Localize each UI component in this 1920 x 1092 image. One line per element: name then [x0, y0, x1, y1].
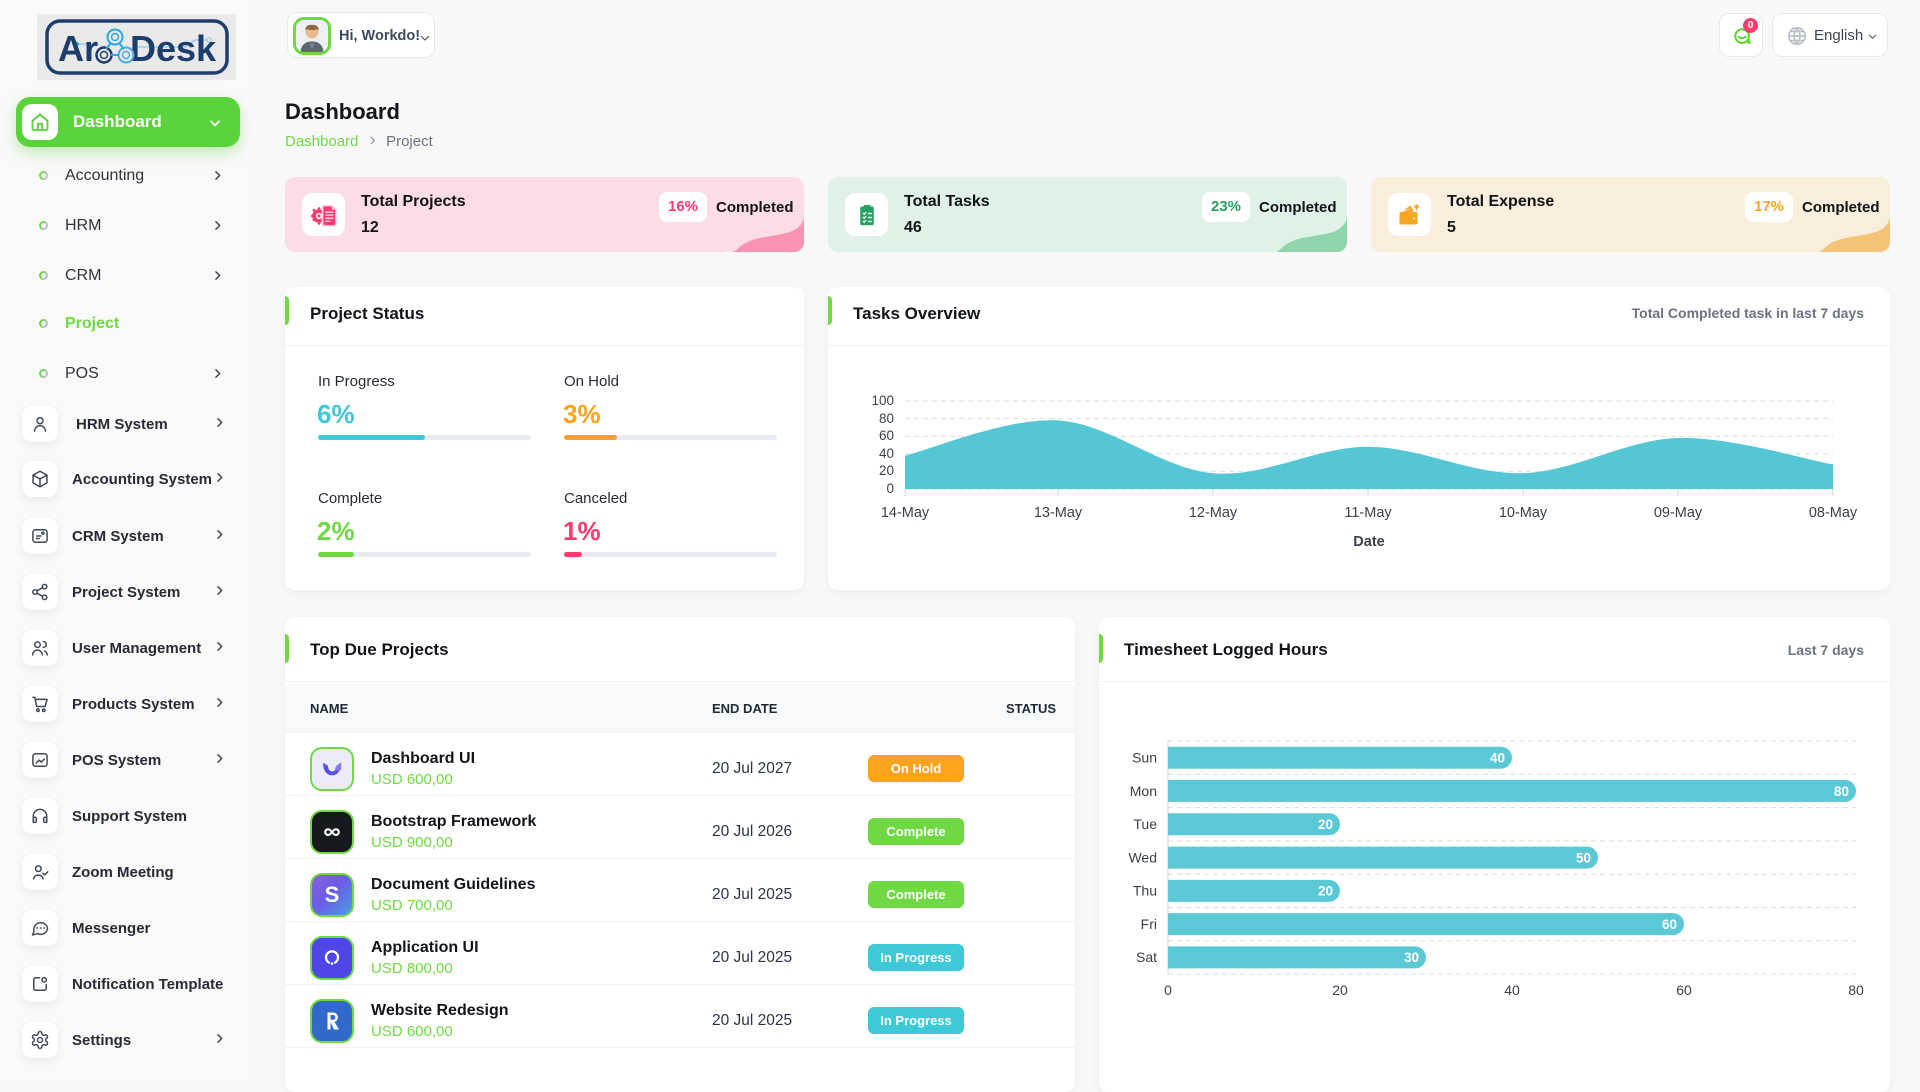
svg-text:80: 80 [1834, 784, 1849, 799]
svg-text:50: 50 [1576, 850, 1591, 865]
svg-text:0: 0 [1164, 982, 1172, 998]
svg-text:09-May: 09-May [1654, 505, 1703, 521]
svg-text:Wed: Wed [1128, 849, 1157, 865]
svg-text:20: 20 [879, 463, 894, 478]
svg-text:40: 40 [1490, 751, 1505, 766]
svg-text:80: 80 [1848, 982, 1864, 998]
svg-text:20: 20 [1318, 817, 1333, 832]
svg-text:20: 20 [1332, 982, 1348, 998]
svg-text:Desk: Desk [130, 28, 217, 69]
svg-text:Tue: Tue [1133, 816, 1157, 832]
svg-text:100: 100 [871, 393, 894, 408]
svg-text:20: 20 [1318, 884, 1333, 899]
svg-text:40: 40 [1504, 982, 1520, 998]
svg-text:08-May: 08-May [1809, 505, 1858, 521]
svg-text:60: 60 [1662, 917, 1677, 932]
svg-text:0: 0 [886, 481, 894, 496]
svg-text:11-May: 11-May [1344, 505, 1392, 521]
svg-text:Date: Date [1353, 534, 1384, 550]
svg-text:40: 40 [879, 446, 894, 461]
svg-text:Ar: Ar [58, 28, 98, 69]
svg-text:60: 60 [1676, 982, 1692, 998]
svg-text:Fri: Fri [1141, 916, 1157, 932]
svg-text:60: 60 [879, 428, 894, 443]
svg-text:10-May: 10-May [1499, 505, 1548, 521]
svg-text:Thu: Thu [1133, 883, 1157, 899]
svg-text:13-May: 13-May [1034, 505, 1083, 521]
svg-text:Sat: Sat [1136, 949, 1157, 965]
svg-text:14-May: 14-May [881, 505, 930, 521]
svg-text:12-May: 12-May [1189, 505, 1238, 521]
svg-text:Mon: Mon [1130, 783, 1157, 799]
svg-text:30: 30 [1404, 950, 1419, 965]
svg-text:80: 80 [879, 411, 894, 426]
svg-text:Sun: Sun [1132, 750, 1157, 766]
